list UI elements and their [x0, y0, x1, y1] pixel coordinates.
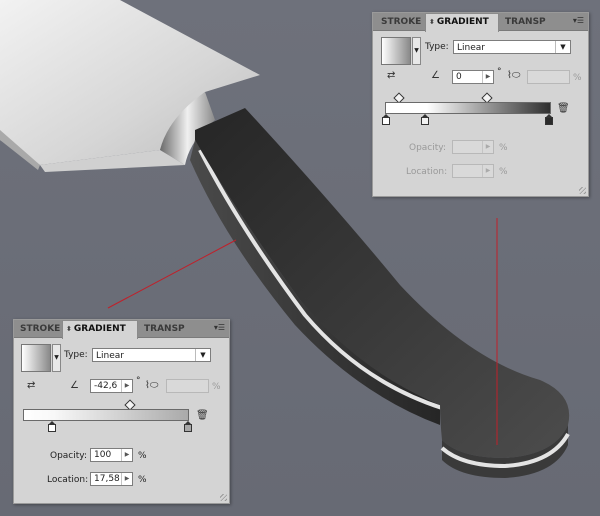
gradient-swatch[interactable] — [21, 344, 51, 372]
tab-gradient[interactable]: ⬍ GRADIENT — [425, 13, 499, 32]
chevron-down-icon: ▼ — [195, 349, 210, 361]
resize-grip-icon[interactable] — [579, 187, 586, 194]
color-stop-1[interactable] — [382, 114, 390, 125]
reverse-gradient-icon[interactable]: ⇄ — [387, 70, 395, 82]
panel-menu-icon[interactable]: ▾☰ — [214, 323, 225, 333]
type-select[interactable]: Linear ▼ — [453, 40, 571, 54]
swatch-dropdown-button[interactable]: ▼ — [52, 344, 61, 372]
angle-field[interactable]: 0 ▶ — [452, 70, 494, 84]
panel-tab-bar: STROKE ⬍ GRADIENT TRANSP ▾☰ — [14, 320, 229, 339]
tab-arrows-icon: ⬍ — [66, 325, 72, 333]
location-label: Location: — [406, 167, 448, 177]
trash-icon[interactable]: 🗑 — [196, 410, 209, 422]
stepper-arrow-icon[interactable]: ▶ — [121, 380, 132, 392]
angle-icon: ∠ — [70, 380, 79, 391]
aspect-unit: % — [212, 382, 221, 392]
location-unit: % — [138, 475, 147, 485]
gradient-panel-bottom: STROKE ⬍ GRADIENT TRANSP ▾☰ ▼ Type: Linea… — [13, 319, 230, 504]
trash-icon[interactable]: 🗑 — [557, 103, 570, 115]
guide-line-left — [107, 239, 237, 309]
tab-stroke[interactable]: STROKE — [381, 14, 425, 30]
stepper-arrow-icon[interactable]: ▶ — [482, 165, 493, 177]
tab-gradient[interactable]: ⬍ GRADIENT — [62, 320, 138, 339]
aspect-unit: % — [573, 73, 582, 83]
opacity-field[interactable]: 100 ▶ — [90, 448, 133, 462]
angle-unit: ° — [497, 67, 502, 77]
tab-arrows-icon: ⬍ — [429, 18, 435, 26]
location-unit: % — [499, 167, 508, 177]
type-select[interactable]: Linear ▼ — [92, 348, 211, 362]
gradient-ramp[interactable] — [385, 102, 551, 114]
swatch-dropdown-button[interactable]: ▼ — [412, 37, 421, 65]
stepper-arrow-icon[interactable]: ▶ — [121, 473, 132, 485]
angle-icon: ∠ — [431, 70, 440, 81]
opacity-unit: % — [138, 451, 147, 461]
location-label: Location: — [47, 475, 89, 485]
gradient-swatch[interactable] — [381, 37, 411, 65]
opacity-label: Opacity: — [50, 451, 87, 461]
reverse-gradient-icon[interactable]: ⇄ — [27, 380, 35, 392]
angle-field[interactable]: -42,6 ▶ — [90, 379, 133, 393]
opacity-unit: % — [499, 143, 508, 153]
panel-menu-icon[interactable]: ▾☰ — [573, 16, 584, 26]
tab-transparency[interactable]: TRANSP — [505, 14, 549, 30]
canvas: STROKE ⬍ GRADIENT TRANSP ▾☰ ▼ Type: Linea… — [0, 0, 600, 516]
color-stop-1[interactable] — [48, 421, 56, 432]
opacity-field[interactable]: ▶ — [452, 140, 494, 154]
resize-grip-icon[interactable] — [220, 494, 227, 501]
tab-stroke[interactable]: STROKE — [20, 321, 64, 337]
aspect-ratio-icon: ⌇⬭ — [507, 70, 521, 81]
location-field[interactable]: ▶ — [452, 164, 494, 178]
color-stop-3[interactable] — [545, 114, 553, 125]
color-stop-2[interactable] — [184, 421, 192, 432]
chevron-down-icon: ▼ — [555, 41, 570, 53]
panel-tab-bar: STROKE ⬍ GRADIENT TRANSP ▾☰ — [373, 13, 588, 32]
tab-transparency[interactable]: TRANSP — [144, 321, 188, 337]
location-field[interactable]: 17,58 ▶ — [90, 472, 133, 486]
aspect-ratio-icon: ⌇⬭ — [145, 380, 159, 391]
angle-unit: ° — [136, 376, 141, 386]
color-stop-2[interactable] — [421, 114, 429, 125]
aspect-ratio-field[interactable] — [166, 379, 209, 393]
gradient-ramp[interactable] — [23, 409, 189, 421]
type-label: Type: — [425, 42, 449, 52]
stepper-arrow-icon[interactable]: ▶ — [482, 141, 493, 153]
type-label: Type: — [64, 350, 88, 360]
opacity-label: Opacity: — [409, 143, 446, 153]
aspect-ratio-field[interactable] — [527, 70, 570, 84]
stepper-arrow-icon[interactable]: ▶ — [482, 71, 493, 83]
gradient-panel-top: STROKE ⬍ GRADIENT TRANSP ▾☰ ▼ Type: Linea… — [372, 12, 589, 197]
stepper-arrow-icon[interactable]: ▶ — [121, 449, 132, 461]
